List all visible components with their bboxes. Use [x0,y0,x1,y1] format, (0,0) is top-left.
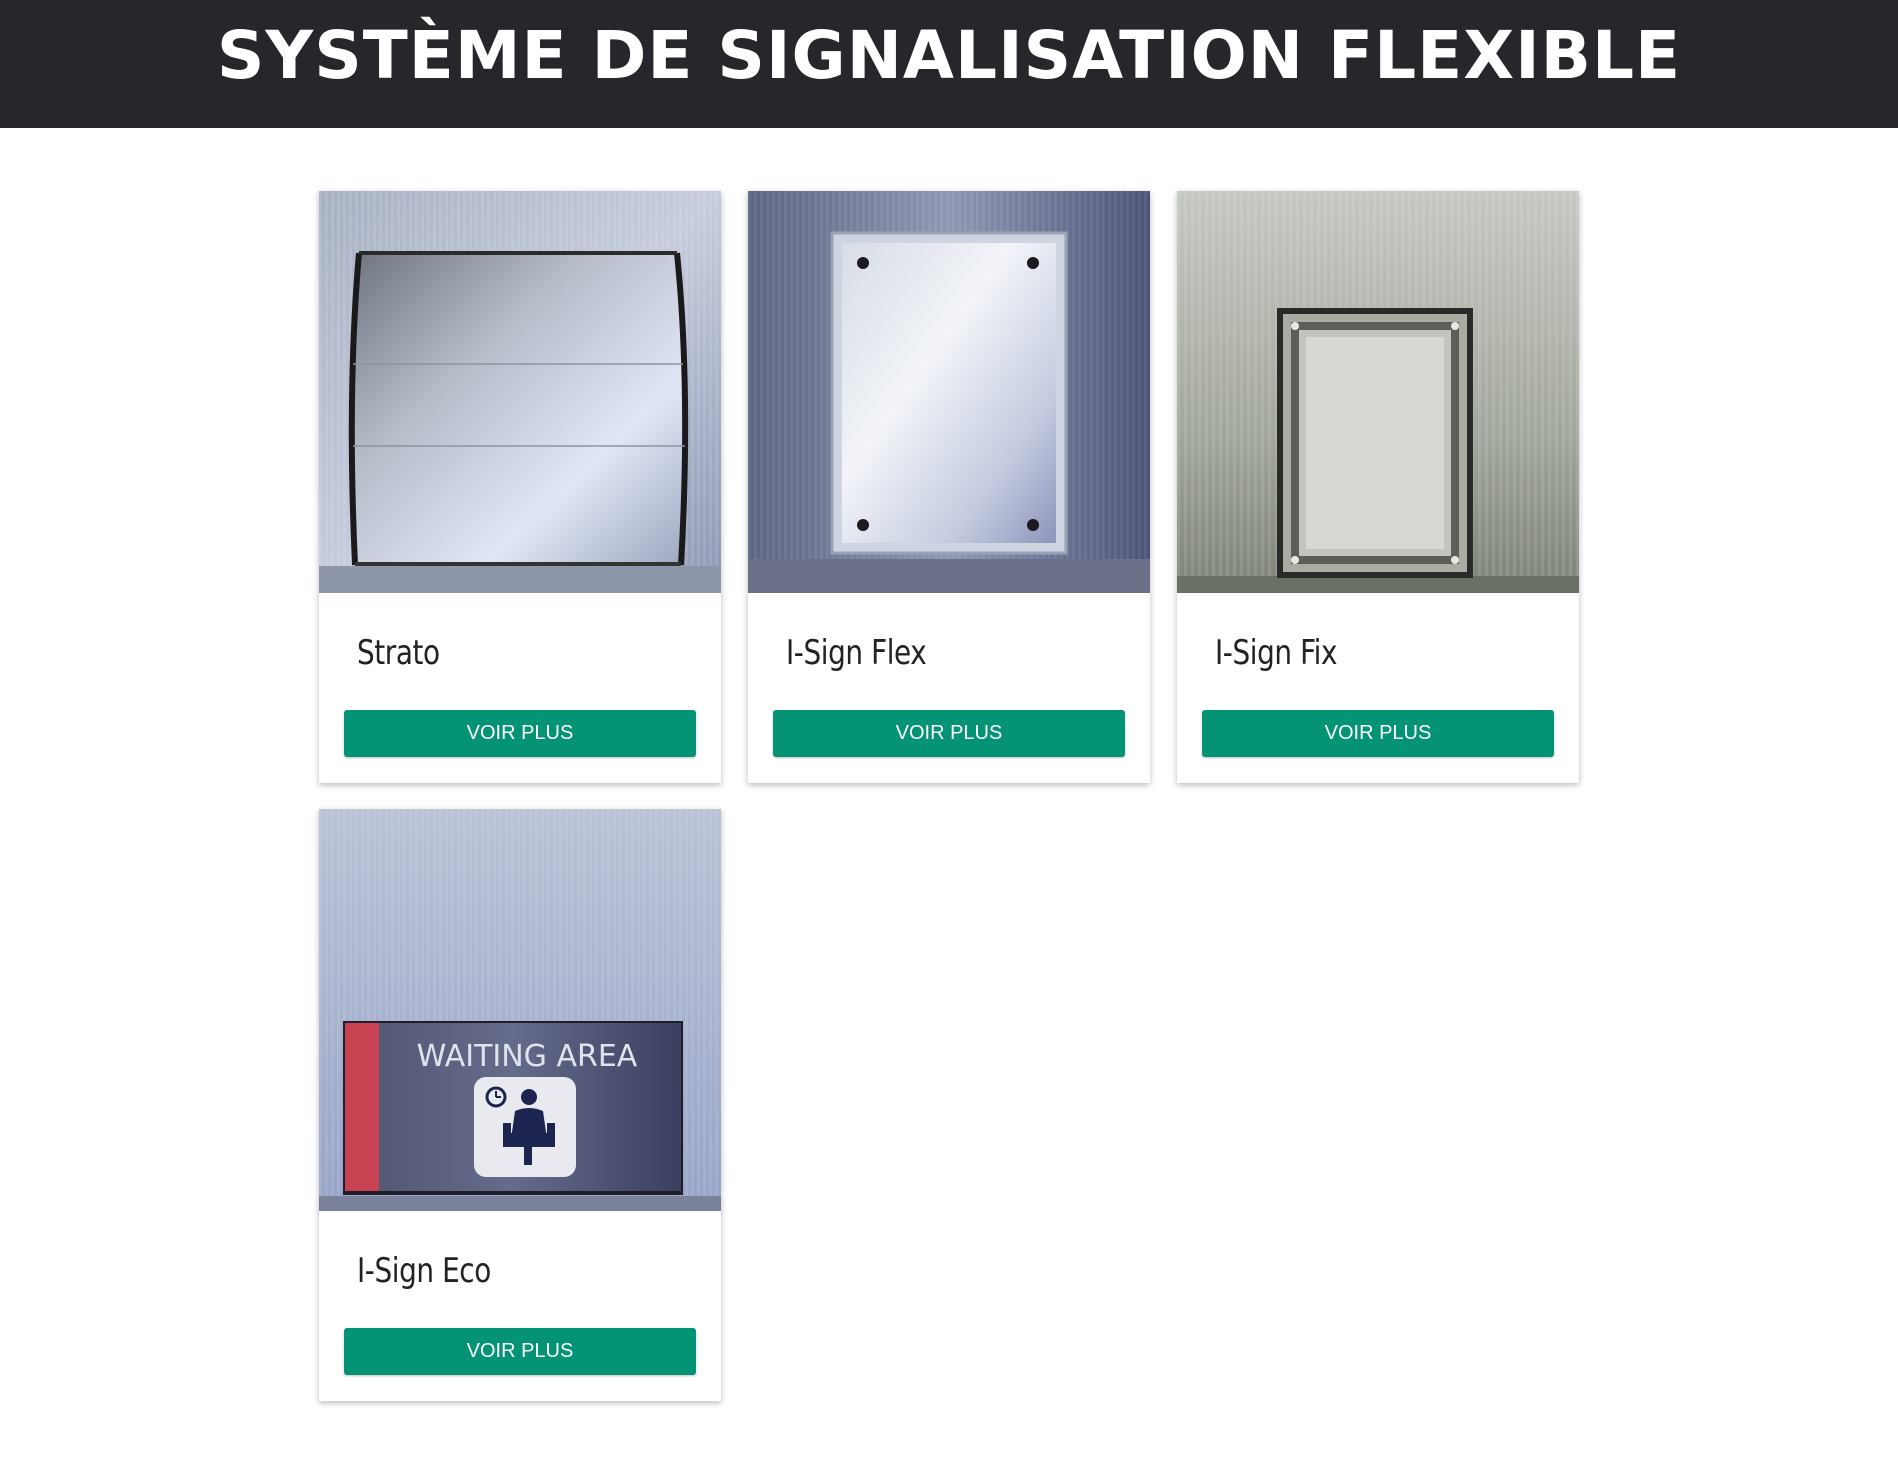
page-header: SYSTÈME DE SIGNALISATION FLEXIBLE [0,0,1898,128]
i-sign-fix-photo[interactable] [1177,191,1579,593]
voir-plus-button[interactable]: VOIR PLUS [344,1328,696,1375]
product-name: Strato [357,633,440,673]
i-sign-flex-photo[interactable] [748,191,1150,593]
svg-text:WAITING AREA: WAITING AREA [417,1039,638,1074]
product-name: I-Sign Eco [357,1251,491,1291]
page-title: SYSTÈME DE SIGNALISATION FLEXIBLE [216,16,1682,94]
product-card-strato: Strato VOIR PLUS [319,191,721,783]
product-card-i-sign-eco: WAITING AREA I-Sign Eco VOIR PLUS [319,809,721,1401]
strato-sign-photo[interactable] [319,191,721,593]
i-sign-eco-photo[interactable]: WAITING AREA [319,809,721,1211]
voir-plus-button[interactable]: VOIR PLUS [344,710,696,757]
product-name: I-Sign Fix [1215,633,1338,673]
product-name: I-Sign Flex [786,633,927,673]
voir-plus-button[interactable]: VOIR PLUS [773,710,1125,757]
product-card-i-sign-fix: I-Sign Fix VOIR PLUS [1177,191,1579,783]
product-card-i-sign-flex: I-Sign Flex VOIR PLUS [748,191,1150,783]
voir-plus-button[interactable]: VOIR PLUS [1202,710,1554,757]
